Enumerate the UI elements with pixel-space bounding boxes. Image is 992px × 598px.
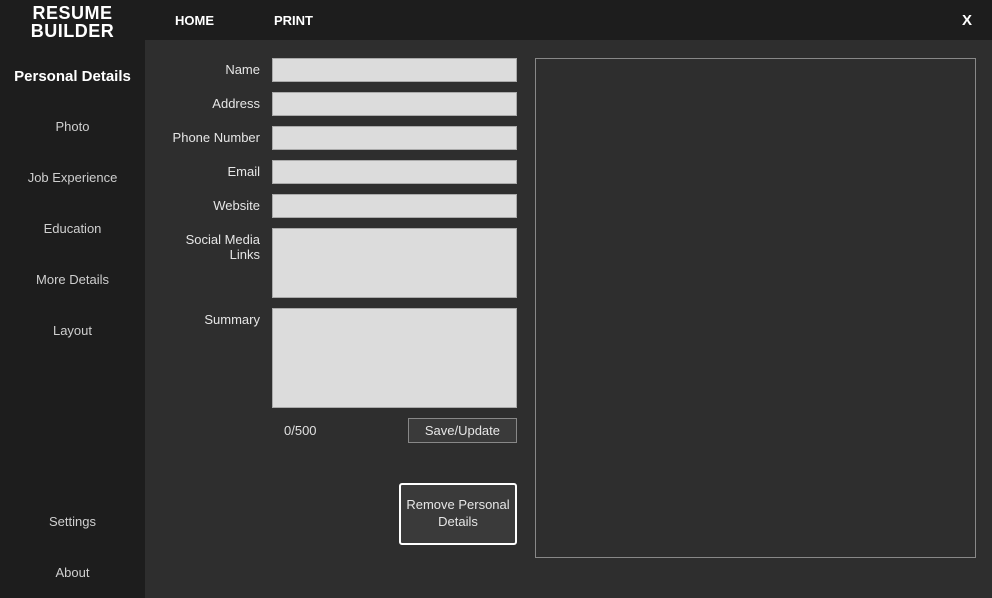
- label-address: Address: [157, 92, 272, 111]
- main-area: HOME PRINT X Name Address Phone Number: [145, 0, 992, 598]
- label-name: Name: [157, 58, 272, 77]
- sidebar-item-label: Personal Details: [14, 68, 131, 85]
- sidebar-item-label: Layout: [53, 323, 92, 338]
- menu-print[interactable]: PRINT: [274, 13, 313, 28]
- row-social: Social Media Links: [157, 228, 535, 298]
- input-phone[interactable]: [272, 126, 517, 150]
- input-name[interactable]: [272, 58, 517, 82]
- logo-line2: BUILDER: [31, 21, 115, 41]
- remove-personal-details-button[interactable]: Remove Personal Details: [399, 483, 517, 545]
- row-address: Address: [157, 92, 535, 116]
- counter-row: 0/500 Save/Update: [157, 418, 535, 443]
- logo-line1: RESUME: [32, 3, 112, 23]
- sidebar-item-personal-details[interactable]: Personal Details: [0, 52, 145, 101]
- sidebar-item-job-experience[interactable]: Job Experience: [0, 152, 145, 203]
- sidebar-item-label: About: [56, 565, 90, 580]
- menu-home[interactable]: HOME: [175, 13, 214, 28]
- input-email[interactable]: [272, 160, 517, 184]
- row-phone: Phone Number: [157, 126, 535, 150]
- row-summary: Summary: [157, 308, 535, 408]
- label-email: Email: [157, 160, 272, 179]
- input-address[interactable]: [272, 92, 517, 116]
- sidebar-item-photo[interactable]: Photo: [0, 101, 145, 152]
- summary-counter: 0/500: [284, 423, 317, 438]
- sidebar-item-label: Settings: [49, 514, 96, 529]
- row-name: Name: [157, 58, 535, 82]
- sidebar-item-label: Photo: [56, 119, 90, 134]
- sidebar-item-label: More Details: [36, 272, 109, 287]
- label-website: Website: [157, 194, 272, 213]
- sidebar: RESUME BUILDER Personal Details Photo Jo…: [0, 0, 145, 598]
- save-update-button[interactable]: Save/Update: [408, 418, 517, 443]
- app-logo: RESUME BUILDER: [0, 0, 145, 52]
- label-social: Social Media Links: [157, 228, 272, 262]
- form-column: Name Address Phone Number Email Website: [145, 58, 535, 588]
- sidebar-item-label: Job Experience: [28, 170, 118, 185]
- input-summary[interactable]: [272, 308, 517, 408]
- row-website: Website: [157, 194, 535, 218]
- label-phone: Phone Number: [157, 126, 272, 145]
- preview-panel: [535, 58, 976, 558]
- content-area: Name Address Phone Number Email Website: [145, 40, 992, 598]
- sidebar-item-layout[interactable]: Layout: [0, 305, 145, 356]
- sidebar-item-about[interactable]: About: [0, 547, 145, 598]
- input-social[interactable]: [272, 228, 517, 298]
- input-website[interactable]: [272, 194, 517, 218]
- remove-button-wrap: Remove Personal Details: [157, 483, 535, 545]
- sidebar-item-education[interactable]: Education: [0, 203, 145, 254]
- sidebar-item-settings[interactable]: Settings: [0, 496, 145, 547]
- topbar: HOME PRINT X: [145, 0, 992, 40]
- sidebar-item-label: Education: [44, 221, 102, 236]
- row-email: Email: [157, 160, 535, 184]
- close-button[interactable]: X: [962, 12, 972, 29]
- preview-column: [535, 58, 982, 588]
- sidebar-item-more-details[interactable]: More Details: [0, 254, 145, 305]
- label-summary: Summary: [157, 308, 272, 327]
